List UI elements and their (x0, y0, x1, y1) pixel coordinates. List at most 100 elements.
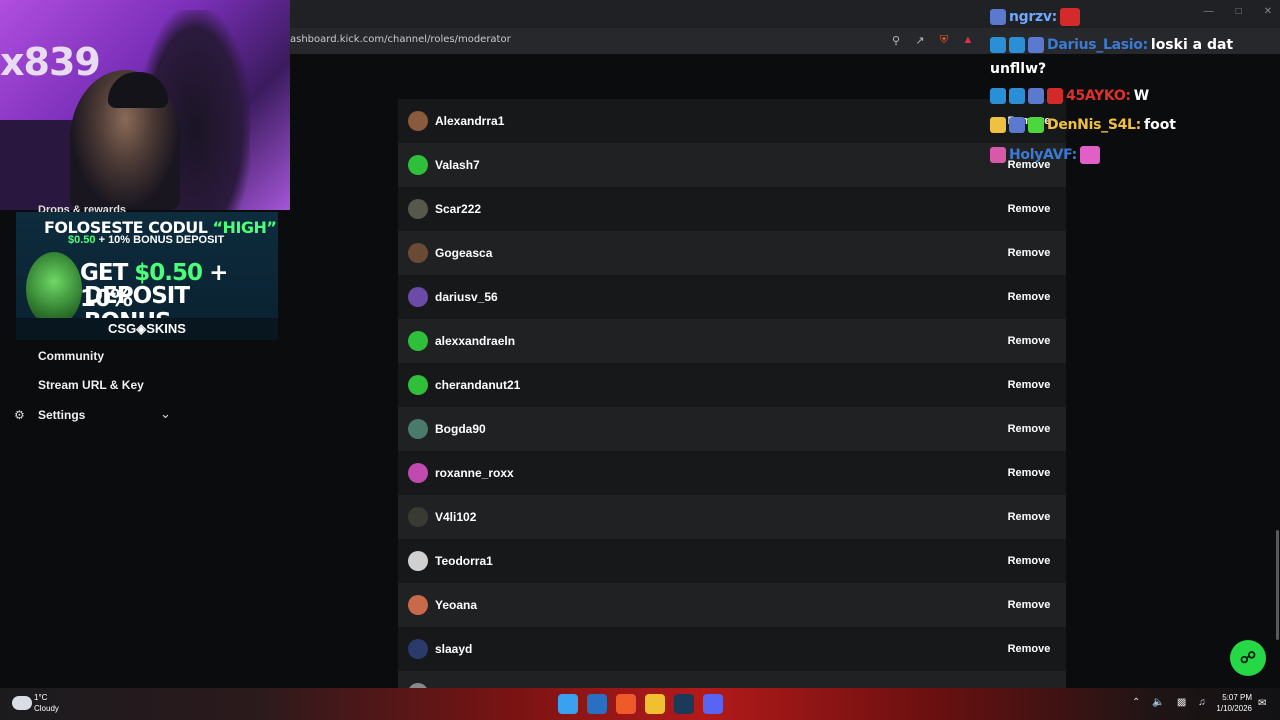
sidebar-item-community[interactable]: Community (38, 349, 104, 363)
share-icon[interactable]: ↗ (912, 32, 928, 48)
window-controls: — □ ✕ (1204, 6, 1272, 17)
volume-icon[interactable]: 🔈 (1152, 697, 1164, 708)
weather-temperature[interactable]: 1°C (34, 693, 47, 702)
moderator-username: roxanne_roxx (435, 466, 514, 480)
moderator-badge-icon (1009, 117, 1025, 133)
gear-icon: ⚙ (14, 408, 25, 422)
headset-icon: ☍ (1239, 650, 1257, 667)
close-icon[interactable]: ✕ (1264, 6, 1272, 17)
moderator-row: Teodorra1 Remove (398, 539, 1066, 583)
support-chat-button[interactable]: ☍ (1230, 640, 1266, 676)
url-text[interactable]: ashboard.kick.com/channel/roles/moderato… (290, 34, 511, 45)
avatar (408, 199, 428, 219)
sponsor-ad-banner[interactable]: FOLOSESTE CODUL “HIGH” $0.50 + 10% BONUS… (16, 212, 278, 340)
crown-badge-icon (990, 117, 1006, 133)
chat-message: ngrzv: (990, 8, 1080, 26)
maximize-icon[interactable]: □ (1236, 6, 1242, 17)
chevron-up-icon[interactable]: ⌃ (1132, 697, 1140, 708)
moderator-row: Bogda90 Remove (398, 407, 1066, 451)
moderator-row: Valash7 Remove (398, 143, 1066, 187)
moderator-row: dariusv_56 Remove (398, 275, 1066, 319)
moderator-list: Alexandrra1RemoveValash7RemoveScar222Rem… (398, 99, 1066, 715)
brave-shield-icon[interactable]: ⛨ (936, 32, 952, 48)
moderator-username: V4li102 (435, 510, 477, 524)
clock-time[interactable]: 5:07 PM (1216, 693, 1252, 702)
moderator-username: Valash7 (435, 158, 480, 172)
avatar (408, 639, 428, 659)
moderator-row: cherandanut21 Remove (398, 363, 1066, 407)
remove-moderator-button[interactable]: Remove (1000, 549, 1058, 573)
chat-username: ngrzv: (1009, 9, 1057, 25)
moderators-panel: Alexandrra1RemoveValash7RemoveScar222Rem… (290, 54, 1280, 715)
moderator-row: alexxandraeln Remove (398, 319, 1066, 363)
remove-moderator-button[interactable]: Remove (1000, 197, 1058, 221)
speaker-icon[interactable]: ♫ (1198, 697, 1206, 708)
webcam-overlay: x839 (0, 0, 290, 210)
chat-text: loski a dat (1150, 37, 1234, 53)
ad-mascot (26, 252, 82, 326)
moderator-row: Alexandrra1Remove (398, 99, 1066, 143)
taskbar-apps (558, 694, 723, 714)
vip-badge-icon (990, 37, 1006, 53)
zoom-icon[interactable]: ⚲ (888, 32, 904, 48)
chat-message: Darius_Lasio: loski a dat (990, 37, 1233, 53)
sidebar-item-settings[interactable]: Settings (38, 408, 85, 422)
page-scrollbar[interactable] (1276, 530, 1279, 640)
network-icon[interactable]: ▩ (1177, 697, 1186, 708)
chat-username: Darius_Lasio: (1047, 37, 1148, 53)
moderator-row: Scar222 Remove (398, 187, 1066, 231)
sidebar-item-stream-url[interactable]: Stream URL & Key (38, 378, 144, 392)
avatar (408, 595, 428, 615)
brave-browser-icon[interactable] (616, 694, 636, 714)
avatar (408, 551, 428, 571)
windows-taskbar: 1°C Cloudy ⌃ 🔈 ▩ ♫ 5:07 PM 1/10/2026 ✉ (0, 688, 1280, 720)
remove-moderator-button[interactable]: Remove (1000, 505, 1058, 529)
minimize-icon[interactable]: — (1204, 6, 1214, 17)
avatar (408, 243, 428, 263)
cloud-icon[interactable] (12, 696, 32, 710)
weather-description[interactable]: Cloudy (34, 704, 59, 713)
remove-moderator-button[interactable]: Remove (1000, 637, 1058, 661)
remove-moderator-button[interactable]: Remove (1000, 241, 1058, 265)
steam-icon[interactable] (674, 694, 694, 714)
chat-username: DenNis_S4L: (1047, 117, 1141, 133)
ad-subline-text: + 10% BONUS DEPOSIT (95, 234, 225, 246)
task-view-icon[interactable] (587, 694, 607, 714)
remove-moderator-button[interactable]: Remove (1000, 461, 1058, 485)
address-bar-icons: ⚲ ↗ ⛨ ▲ (888, 32, 976, 48)
moderator-row: Gogeasca Remove (398, 231, 1066, 275)
moderator-badge-icon (1028, 37, 1044, 53)
chat-message: DenNis_S4L: foot (990, 117, 1176, 133)
avatar (408, 507, 428, 527)
moderator-row: roxanne_roxx Remove (398, 451, 1066, 495)
chevron-down-icon[interactable]: ⌄ (160, 406, 171, 422)
moderator-badge-icon (1028, 88, 1044, 104)
avatar (408, 419, 428, 439)
chat-username: HolyAVF: (1009, 147, 1077, 163)
start-icon[interactable] (558, 694, 578, 714)
notification-icon[interactable]: ✉ (1258, 698, 1266, 709)
chat-message-continued: unfllw? (990, 61, 1046, 77)
moderator-row: slaayd Remove (398, 627, 1066, 671)
screen: — □ ✕ ashboard.kick.com/channel/roles/mo… (0, 0, 1280, 720)
remove-moderator-button[interactable]: Remove (1000, 373, 1058, 397)
moderator-username: Bogda90 (435, 422, 486, 436)
avatar (408, 331, 428, 351)
brave-rewards-icon[interactable]: ▲ (960, 32, 976, 48)
og-badge-icon (1009, 88, 1025, 104)
chat-text: unfllw? (990, 61, 1047, 77)
chat-username: 45AYKO: (1066, 88, 1131, 104)
file-explorer-icon[interactable] (645, 694, 665, 714)
gift-badge-icon (1028, 117, 1044, 133)
remove-moderator-button[interactable]: Remove (1000, 329, 1058, 353)
vip-badge-icon (990, 88, 1006, 104)
discord-icon[interactable] (703, 694, 723, 714)
avatar (408, 375, 428, 395)
remove-moderator-button[interactable]: Remove (1000, 417, 1058, 441)
chat-emote-icon (1059, 8, 1080, 26)
chat-emote-icon (1079, 146, 1100, 164)
remove-moderator-button[interactable]: Remove (1000, 593, 1058, 617)
clock-date[interactable]: 1/10/2026 (1208, 704, 1252, 713)
avatar (408, 463, 428, 483)
remove-moderator-button[interactable]: Remove (1000, 285, 1058, 309)
